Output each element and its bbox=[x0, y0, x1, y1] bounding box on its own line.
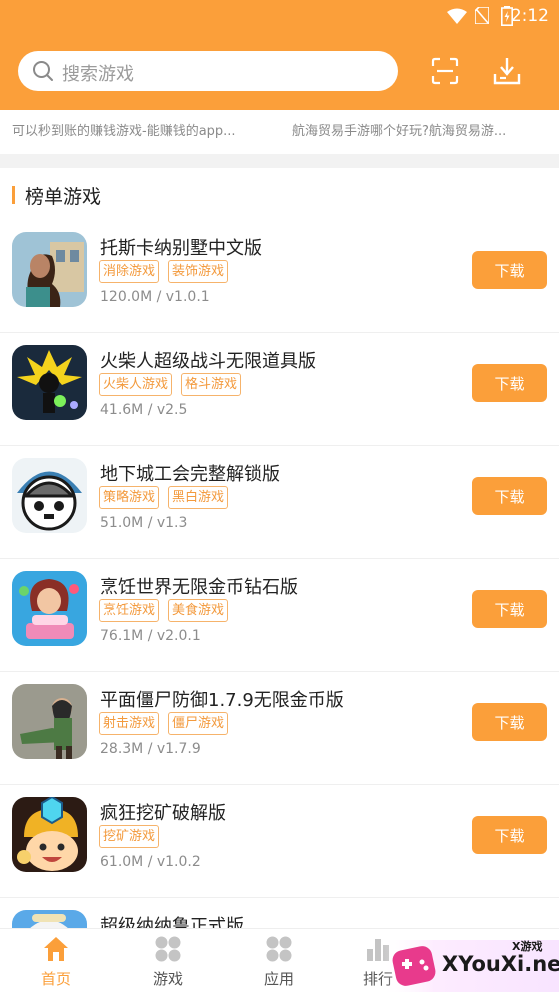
tab-label: 应用 bbox=[263, 970, 294, 988]
game-tag[interactable]: 僵尸游戏 bbox=[168, 712, 229, 735]
no-sim-icon bbox=[475, 7, 489, 24]
download-button[interactable]: 下载 bbox=[472, 703, 547, 741]
list-item[interactable]: 地下城工会完整解锁版 策略游戏 黑白游戏 51.0M / v1.3 下载 bbox=[0, 446, 559, 559]
game-name: 疯狂挖矿破解版 bbox=[100, 803, 226, 824]
game-name: 地下城工会完整解锁版 bbox=[100, 464, 280, 485]
game-name: 烹饪世界无限金币钻石版 bbox=[100, 577, 298, 598]
search-placeholder: 搜索游戏 bbox=[62, 64, 134, 85]
game-tag[interactable]: 烹饪游戏 bbox=[99, 599, 160, 622]
section-accent-bar bbox=[12, 186, 15, 204]
download-button[interactable]: 下载 bbox=[472, 251, 547, 289]
tab-games[interactable]: 游戏 bbox=[123, 935, 213, 991]
watermark-text: XYouXi.net bbox=[442, 952, 559, 976]
status-time: 2:12 bbox=[510, 6, 549, 26]
section-header: 榜单游戏 bbox=[12, 182, 101, 208]
dungeon-icon bbox=[12, 458, 87, 533]
list-item[interactable]: 火柴人超级战斗无限道具版 火柴人游戏 格斗游戏 41.6M / v2.5 下载 bbox=[0, 333, 559, 446]
news-link[interactable]: 航海贸易手游哪个好玩?航海贸易游... bbox=[292, 120, 506, 139]
game-tag[interactable]: 格斗游戏 bbox=[181, 373, 242, 396]
tab-home[interactable]: 首页 bbox=[11, 935, 101, 991]
list-item[interactable]: 托斯卡纳别墅中文版 消除游戏 装饰游戏 120.0M / v1.0.1 下载 bbox=[0, 220, 559, 333]
tag-list: 烹饪游戏 美食游戏 bbox=[99, 599, 237, 622]
download-button[interactable]: 下载 bbox=[472, 477, 547, 515]
list-item[interactable]: 平面僵尸防御1.7.9无限金币版 射击游戏 僵尸游戏 28.3M / v1.7.… bbox=[0, 672, 559, 785]
cooking-icon bbox=[12, 571, 87, 646]
tab-label: 首页 bbox=[40, 970, 71, 988]
game-tag[interactable]: 黑白游戏 bbox=[168, 486, 229, 509]
download-manager-icon[interactable] bbox=[492, 56, 522, 86]
news-link[interactable]: 可以秒到账的赚钱游戏-能赚钱的app... bbox=[12, 120, 236, 139]
game-name: 托斯卡纳别墅中文版 bbox=[100, 238, 262, 259]
game-meta: 28.3M / v1.7.9 bbox=[100, 741, 201, 757]
game-tag[interactable]: 装饰游戏 bbox=[168, 260, 229, 283]
scan-icon[interactable] bbox=[430, 56, 460, 86]
game-tag[interactable]: 射击游戏 bbox=[99, 712, 160, 735]
search-input[interactable]: 搜索游戏 bbox=[18, 51, 398, 91]
list-item[interactable]: 疯狂挖矿破解版 挖矿游戏 61.0M / v1.0.2 下载 bbox=[0, 785, 559, 898]
game-meta: 41.6M / v2.5 bbox=[100, 402, 188, 418]
game-tag[interactable]: 策略游戏 bbox=[99, 486, 160, 509]
tag-list: 策略游戏 黑白游戏 bbox=[99, 486, 237, 509]
game-tag[interactable]: 火柴人游戏 bbox=[99, 373, 173, 396]
apps-icon bbox=[266, 936, 292, 962]
tag-list: 挖矿游戏 bbox=[99, 825, 168, 848]
miner-icon bbox=[12, 797, 87, 872]
grid-icon bbox=[155, 936, 181, 962]
download-button[interactable]: 下载 bbox=[472, 816, 547, 854]
tag-list: 火柴人游戏 格斗游戏 bbox=[99, 373, 250, 396]
wifi-icon bbox=[447, 8, 467, 24]
download-button[interactable]: 下载 bbox=[472, 364, 547, 402]
tab-label: 游戏 bbox=[152, 970, 183, 988]
game-meta: 76.1M / v2.0.1 bbox=[100, 628, 201, 644]
download-button[interactable]: 下载 bbox=[472, 590, 547, 628]
list-item[interactable]: 烹饪世界无限金币钻石版 烹饪游戏 美食游戏 76.1M / v2.0.1 下载 bbox=[0, 559, 559, 672]
game-tag[interactable]: 美食游戏 bbox=[168, 599, 229, 622]
news-ticker: 可以秒到账的赚钱游戏-能赚钱的app... 航海贸易手游哪个好玩?航海贸易游..… bbox=[0, 110, 559, 154]
tag-list: 消除游戏 装饰游戏 bbox=[99, 260, 237, 283]
game-tag[interactable]: 挖矿游戏 bbox=[99, 825, 160, 848]
game-name: 火柴人超级战斗无限道具版 bbox=[100, 351, 316, 372]
tag-list: 射击游戏 僵尸游戏 bbox=[99, 712, 237, 735]
villa-icon bbox=[12, 232, 87, 307]
game-meta: 51.0M / v1.3 bbox=[100, 515, 188, 531]
app-header: 2:12 搜索游戏 bbox=[0, 0, 559, 110]
game-name: 平面僵尸防御1.7.9无限金币版 bbox=[100, 690, 344, 711]
game-tag[interactable]: 消除游戏 bbox=[99, 260, 160, 283]
status-bar: 2:12 bbox=[0, 0, 559, 34]
game-meta: 120.0M / v1.0.1 bbox=[100, 289, 210, 305]
section-divider bbox=[0, 154, 559, 168]
tab-apps[interactable]: 应用 bbox=[234, 935, 324, 991]
game-meta: 61.0M / v1.0.2 bbox=[100, 854, 201, 870]
home-icon bbox=[44, 937, 68, 961]
site-watermark: X游戏 XYouXi.net bbox=[380, 932, 559, 994]
search-icon bbox=[33, 61, 53, 81]
stickman-icon bbox=[12, 345, 87, 420]
zombie-icon bbox=[12, 684, 87, 759]
section-title: 榜单游戏 bbox=[25, 185, 102, 208]
